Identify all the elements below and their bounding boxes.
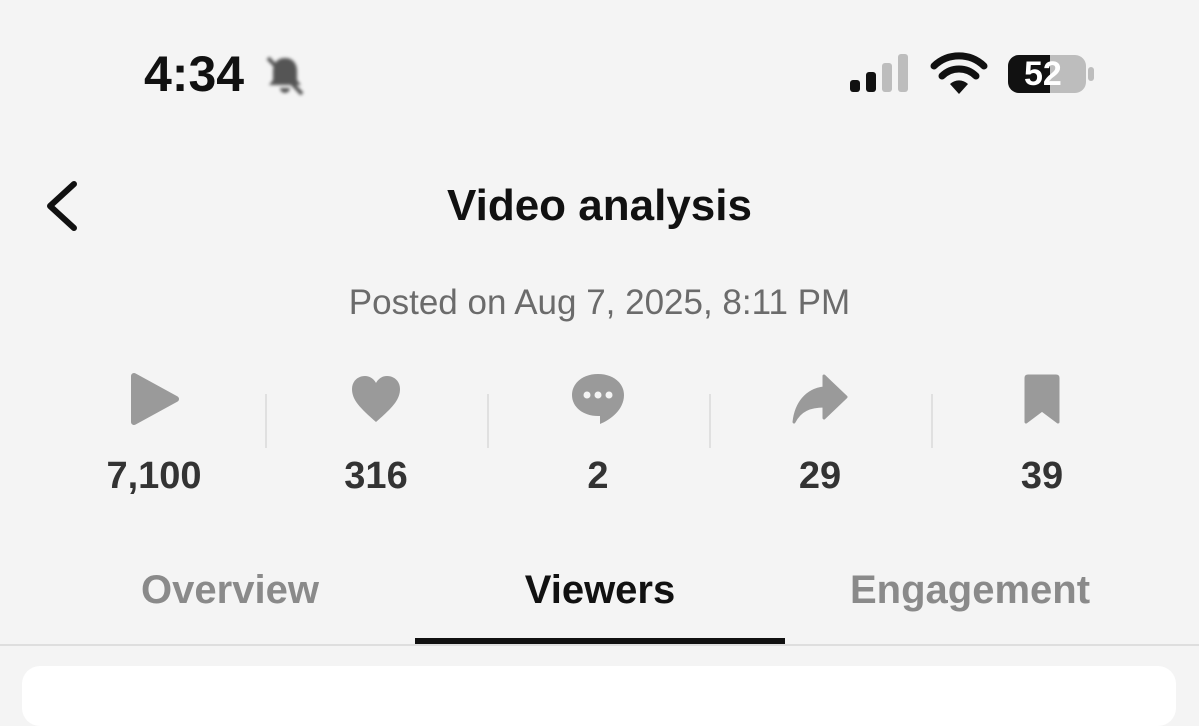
active-tab-indicator — [415, 638, 785, 644]
stat-comments: 2 — [498, 368, 698, 508]
stat-divider — [265, 394, 267, 448]
tab-viewers[interactable]: Viewers — [415, 562, 785, 618]
status-time: 4:34 — [144, 46, 245, 102]
tab-overview[interactable]: Overview — [90, 562, 370, 618]
comment-icon — [572, 374, 624, 424]
heart-icon — [352, 376, 400, 422]
stat-saves-value: 39 — [1020, 455, 1064, 497]
posted-date: Posted on Aug 7, 2025, 8:11 PM — [348, 283, 851, 322]
stat-divider — [709, 394, 711, 448]
stat-views: 7,100 — [54, 368, 254, 508]
stat-shares-value: 29 — [798, 455, 842, 497]
stat-shares: 29 — [720, 368, 920, 508]
play-icon — [131, 373, 179, 425]
stat-views-value: 7,100 — [106, 455, 202, 497]
stat-likes: 316 — [276, 368, 476, 508]
stat-saves: 39 — [942, 368, 1142, 508]
tab-engagement[interactable]: Engagement — [820, 562, 1120, 618]
page-title: Video analysis — [447, 181, 752, 230]
stat-divider — [487, 394, 489, 448]
battery-level: 52 — [1024, 55, 1062, 93]
bell-muted-icon — [266, 56, 304, 96]
stat-divider — [931, 394, 933, 448]
cellular-signal-icon — [850, 54, 908, 92]
bookmark-icon — [1024, 374, 1060, 424]
tab-divider — [0, 644, 1199, 646]
share-icon — [792, 374, 848, 424]
wifi-icon — [930, 52, 988, 94]
stat-comments-value: 2 — [587, 455, 609, 497]
content-card — [22, 666, 1176, 726]
battery-icon: 52 — [1006, 53, 1096, 95]
stat-likes-value: 316 — [344, 455, 408, 497]
